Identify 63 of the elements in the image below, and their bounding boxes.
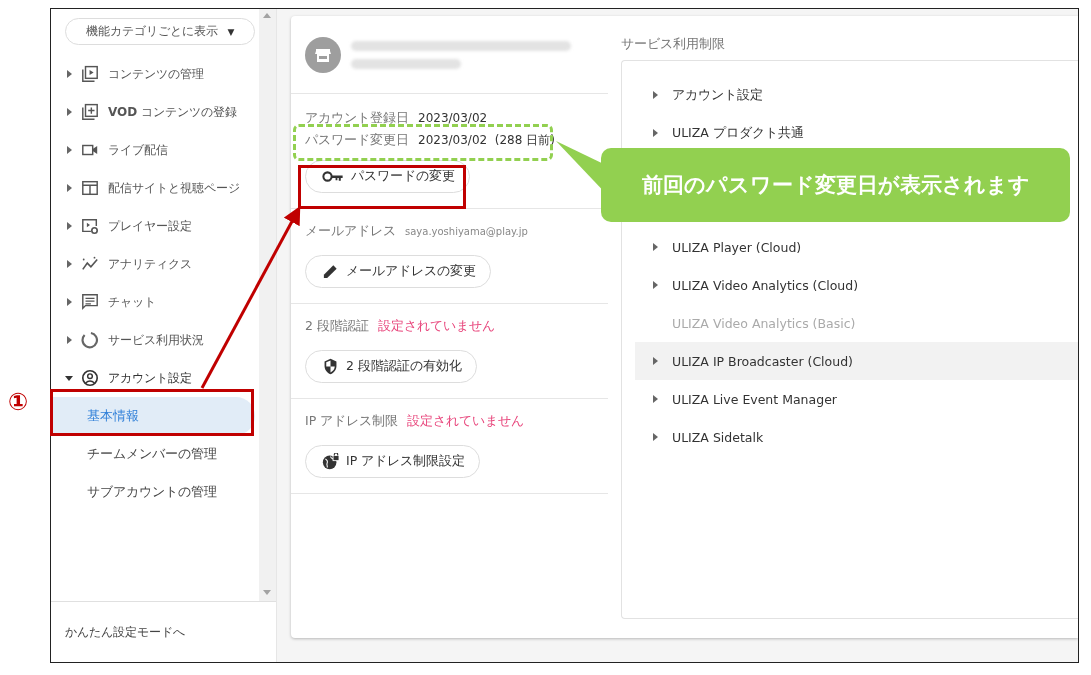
nav-item[interactable]: アカウント設定 [51, 359, 259, 397]
service-row[interactable]: アカウント設定 [635, 76, 1078, 114]
caret-right-icon [65, 108, 73, 116]
nav-item[interactable]: サービス利用状況 [51, 321, 259, 359]
service-row[interactable]: ULIZA IP Broadcaster (Cloud) [635, 342, 1078, 380]
easy-mode-link[interactable]: かんたん設定モードへ [65, 623, 185, 641]
caret-right-icon [65, 70, 73, 78]
globe-lock-icon [322, 453, 339, 470]
analytics-icon [81, 255, 99, 273]
nav-item[interactable]: ライブ配信 [51, 131, 259, 169]
field-label: メールアドレス [305, 223, 396, 240]
caret-right-icon [65, 222, 73, 230]
caret-right-icon [651, 243, 659, 251]
chat-icon [81, 293, 99, 311]
account-circle-icon [81, 369, 99, 387]
caret-right-icon [651, 395, 659, 403]
caret-right-icon [651, 129, 659, 137]
nav-item[interactable]: コンテンツの管理 [51, 55, 259, 93]
field-label: 2 段階認証 [305, 318, 369, 335]
store-avatar-icon [305, 36, 341, 73]
caret-right-icon [651, 91, 659, 99]
change-email-button[interactable]: メールアドレスの変更 [305, 255, 491, 288]
nav-subitem[interactable]: チームメンバーの管理 [51, 435, 255, 473]
nav-item[interactable]: アナリティクス [51, 245, 259, 283]
caret-right-icon [65, 146, 73, 154]
service-row[interactable]: ULIZA Video Analytics (Cloud) [635, 266, 1078, 304]
caret-right-icon [65, 260, 73, 268]
enable-two-factor-button[interactable]: 2 段階認証の有効化 [305, 350, 477, 383]
service-row[interactable]: ULIZA Live Event Manager [635, 380, 1078, 418]
category-filter-dropdown[interactable]: 機能カテゴリごとに表示 ▼ [65, 18, 255, 45]
setting-status: 設定されていません [407, 413, 525, 430]
service-row[interactable]: ULIZA Sidetalk [635, 418, 1078, 456]
nav-item[interactable]: チャット [51, 283, 259, 321]
service-row[interactable]: ULIZA Player (Cloud) [635, 228, 1078, 266]
caret-right-icon [65, 298, 73, 306]
section-title: サービス利用制限 [621, 36, 726, 53]
caret-right-icon [651, 433, 659, 441]
caret-right-icon [65, 184, 73, 192]
nav-subitem[interactable]: サブアカウントの管理 [51, 473, 255, 511]
nav-item[interactable]: VOD コンテンツの登録 [51, 93, 259, 131]
caret-right-icon [651, 357, 659, 365]
field-label: アカウント登録日 [305, 110, 409, 127]
caret-right-icon [65, 336, 73, 344]
field-value: 2023/03/02 [418, 111, 488, 125]
ip-restriction-button[interactable]: IP アドレス制限設定 [305, 445, 481, 478]
caret-down-icon [65, 374, 73, 382]
step-marker: ① [8, 388, 29, 416]
pencil-icon [322, 263, 339, 280]
shield-icon [322, 358, 339, 375]
video-library-icon [81, 65, 99, 83]
add-library-icon [81, 103, 99, 121]
setting-status: 設定されていません [377, 318, 495, 335]
nav-item[interactable]: プレイヤー設定 [51, 207, 259, 245]
nav-item[interactable]: 配信サイトと視聴ページ [51, 169, 259, 207]
web-page-icon [81, 179, 99, 197]
field-label: IP アドレス制限 [305, 413, 399, 430]
scrollbar[interactable] [259, 9, 276, 601]
player-settings-icon [81, 217, 99, 235]
caret-right-icon [651, 281, 659, 289]
key-icon [322, 170, 344, 183]
progress-ring-icon [81, 331, 99, 349]
email-value: saya.yoshiyama@play.jp [405, 226, 528, 237]
field-label: パスワード変更日 [305, 132, 409, 149]
